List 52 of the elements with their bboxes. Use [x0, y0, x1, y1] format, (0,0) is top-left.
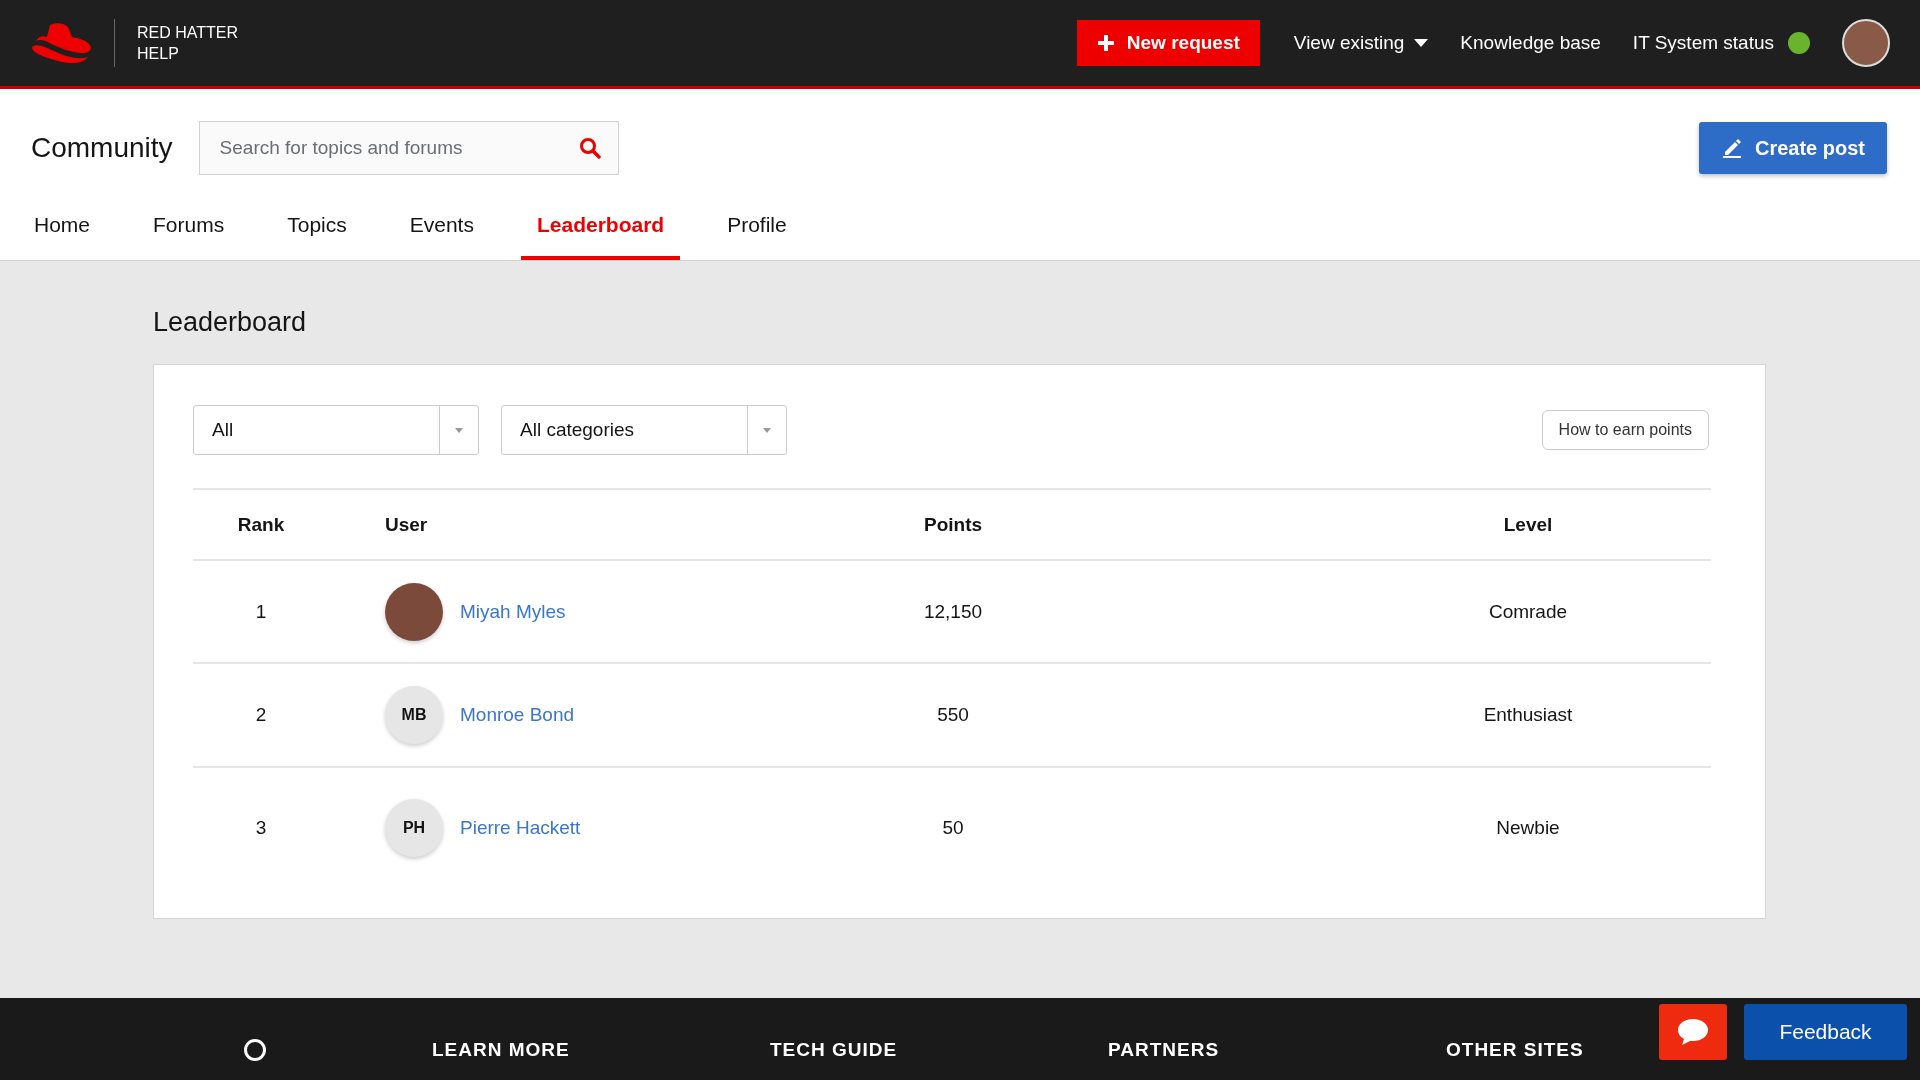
search-icon [578, 137, 601, 159]
points-cell-text: 550 [936, 704, 970, 726]
tab[interactable]: Forums [137, 197, 241, 260]
nav-link[interactable]: IT System status [1632, 32, 1810, 54]
avatar-photo-placeholder [385, 582, 443, 641]
column-header: Points [922, 513, 984, 536]
initials-avatar: MB [385, 686, 443, 744]
user-link[interactable]: Miyah Myles [460, 600, 566, 623]
brand-name: RED HATTER HELP [137, 23, 239, 64]
rank-cell-text: 3 [254, 817, 268, 839]
column-header: Level [1502, 513, 1554, 536]
filter-dropdown[interactable]: All [193, 405, 479, 455]
speech-bubble-icon [1676, 1017, 1710, 1047]
feedback-button[interactable]: Feedback [1744, 1004, 1907, 1060]
chat-button[interactable] [1659, 1004, 1727, 1060]
tab[interactable]: Topics [271, 197, 363, 260]
rank-cell-text: 1 [254, 600, 268, 623]
nav-link[interactable]: Knowledge base [1460, 32, 1601, 54]
nav-link[interactable]: View existing [1293, 32, 1429, 54]
footer-heading: TECH GUIDE [770, 1039, 899, 1061]
tab[interactable]: Events [393, 197, 490, 260]
search-field[interactable]: Search for topics and forums [198, 121, 619, 175]
level-cell-text: Comrade [1487, 600, 1569, 623]
circle-icon [243, 1038, 267, 1062]
pencil-icon [1720, 137, 1743, 159]
create-post-button[interactable]: Create post [1698, 122, 1887, 174]
initials-avatar: PH [385, 799, 443, 857]
footer-heading: PARTNERS [1108, 1039, 1221, 1061]
page-title: Leaderboard [153, 307, 308, 338]
column-header: Rank [236, 513, 286, 536]
user-link[interactable]: Pierre Hackett [460, 817, 581, 839]
community-title: Community [31, 132, 173, 164]
footer-heading: OTHER SITES [1446, 1039, 1585, 1061]
filter-dropdown[interactable]: All categories [501, 405, 787, 455]
level-cell-text: Newbie [1495, 817, 1561, 839]
how-to-earn-button[interactable]: How to earn points [1541, 410, 1709, 450]
rank-cell-text: 2 [254, 704, 268, 726]
tab[interactable]: Leaderboard [520, 197, 681, 260]
level-cell-text: Enthusiast [1482, 704, 1574, 726]
new-request-button[interactable]: New request [1076, 20, 1260, 66]
user-link[interactable]: Monroe Bond [460, 704, 575, 726]
tab[interactable]: Home [18, 197, 107, 260]
caret-down-icon [1414, 39, 1429, 47]
footer-heading: LEARN MORE [432, 1039, 571, 1061]
column-header: User [384, 513, 429, 536]
plus-icon [1096, 34, 1115, 52]
points-cell-text: 50 [941, 817, 965, 839]
tab[interactable]: Profile [711, 197, 803, 260]
points-cell-text: 12,150 [922, 600, 984, 623]
avatar-photo-placeholder[interactable] [1842, 19, 1890, 67]
caret-down-icon [763, 427, 771, 433]
caret-down-icon [455, 427, 463, 433]
